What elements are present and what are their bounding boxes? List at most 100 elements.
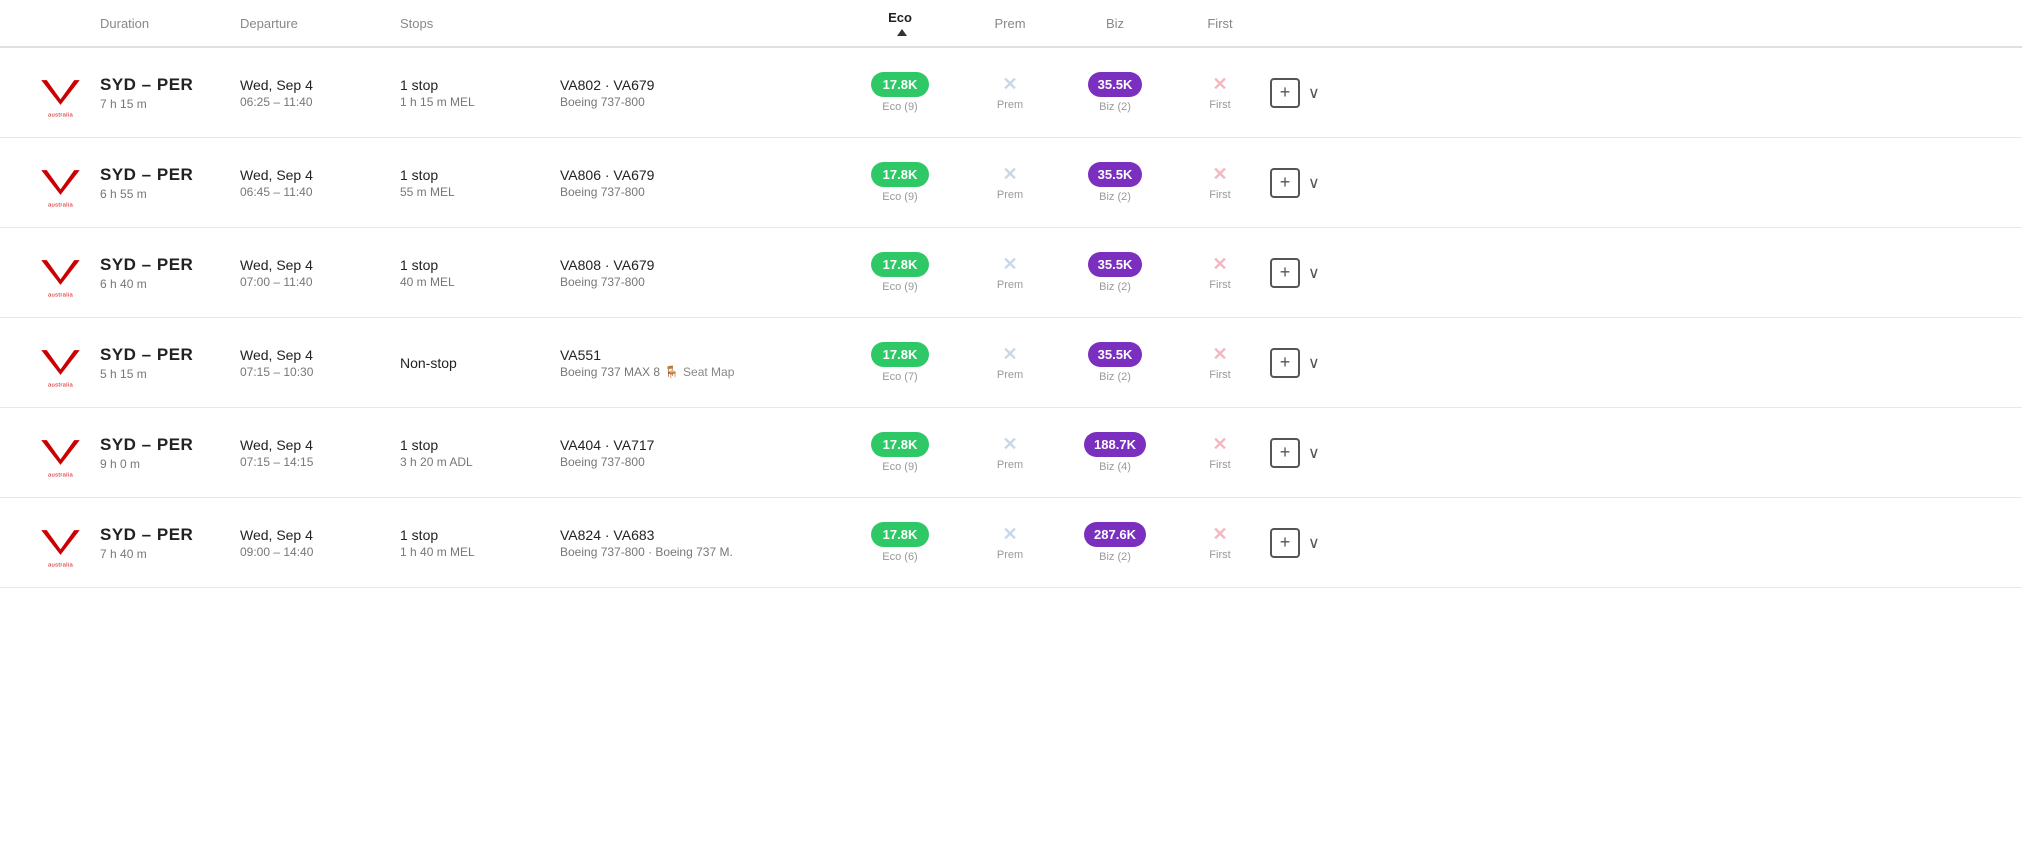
eco-seats: Eco (9) (882, 461, 917, 473)
flights-body: australia SYD – PER 7 h 15 m Wed, Sep 4 … (0, 48, 2022, 588)
duration: 7 h 15 m (100, 97, 240, 111)
prem-label: Prem (997, 459, 1023, 471)
route-code: SYD – PER (100, 525, 240, 545)
add-button[interactable]: + (1270, 78, 1300, 108)
route-info: SYD – PER 6 h 40 m (100, 255, 240, 291)
aircraft-info: Boeing 737-800 (560, 455, 840, 469)
unavailable-icon: ✕ (1212, 164, 1227, 185)
flight-codes: VA404 · VA717 (560, 437, 840, 453)
aircraft-info: Boeing 737-800 (560, 275, 840, 289)
row-actions: + ∨ (1270, 528, 1350, 558)
table-row: australia SYD – PER 6 h 55 m Wed, Sep 4 … (0, 138, 2022, 228)
add-button[interactable]: + (1270, 348, 1300, 378)
expand-button[interactable]: ∨ (1308, 533, 1320, 553)
add-button[interactable]: + (1270, 438, 1300, 468)
first-col: ✕ First (1170, 254, 1270, 291)
biz-seats: Biz (2) (1099, 371, 1131, 383)
biz-price-badge: 287.6K (1084, 522, 1146, 547)
biz-price-badge: 35.5K (1088, 162, 1143, 187)
prem-label: Prem (997, 189, 1023, 201)
add-button[interactable]: + (1270, 168, 1300, 198)
expand-button[interactable]: ∨ (1308, 353, 1320, 373)
duration: 5 h 15 m (100, 367, 240, 381)
biz-col[interactable]: 188.7K Biz (4) (1060, 432, 1170, 473)
stops-count: 1 stop (400, 167, 560, 183)
biz-price-badge: 35.5K (1088, 252, 1143, 277)
prem-col: ✕ Prem (960, 434, 1060, 471)
unavailable-icon: ✕ (1212, 434, 1227, 455)
departure-time: 07:15 – 14:15 (240, 455, 400, 469)
airline-logo: australia (20, 245, 100, 300)
unavailable-icon: ✕ (1002, 164, 1017, 185)
biz-col[interactable]: 287.6K Biz (2) (1060, 522, 1170, 563)
expand-button[interactable]: ∨ (1308, 263, 1320, 283)
biz-price-badge: 188.7K (1084, 432, 1146, 457)
row-actions: + ∨ (1270, 78, 1350, 108)
first-col: ✕ First (1170, 74, 1270, 111)
departure-info: Wed, Sep 4 06:25 – 11:40 (240, 77, 400, 109)
header-biz: Biz (1060, 16, 1170, 31)
seat-icon: 🪑 (664, 365, 679, 379)
first-label: First (1209, 549, 1230, 561)
eco-price-badge: 17.8K (871, 342, 930, 367)
stops-count: 1 stop (400, 437, 560, 453)
first-col: ✕ First (1170, 164, 1270, 201)
route-code: SYD – PER (100, 75, 240, 95)
departure-time: 07:15 – 10:30 (240, 365, 400, 379)
eco-price-col[interactable]: 17.8K Eco (9) (840, 432, 960, 473)
eco-price-badge: 17.8K (871, 522, 930, 547)
biz-col[interactable]: 35.5K Biz (2) (1060, 252, 1170, 293)
first-label: First (1209, 279, 1230, 291)
eco-price-col[interactable]: 17.8K Eco (9) (840, 72, 960, 113)
aircraft-info: Boeing 737 MAX 8 🪑Seat Map (560, 365, 840, 379)
unavailable-icon: ✕ (1002, 74, 1017, 95)
prem-col: ✕ Prem (960, 344, 1060, 381)
biz-col[interactable]: 35.5K Biz (2) (1060, 162, 1170, 203)
stops-info: 1 stop 3 h 20 m ADL (400, 437, 560, 469)
biz-col[interactable]: 35.5K Biz (2) (1060, 342, 1170, 383)
add-button[interactable]: + (1270, 528, 1300, 558)
eco-price-badge: 17.8K (871, 72, 930, 97)
header-first: First (1170, 16, 1270, 31)
biz-price-badge: 35.5K (1088, 72, 1143, 97)
route-code: SYD – PER (100, 165, 240, 185)
table-row: australia SYD – PER 7 h 40 m Wed, Sep 4 … (0, 498, 2022, 588)
header-eco[interactable]: Eco (840, 10, 960, 36)
stops-count: 1 stop (400, 527, 560, 543)
seat-map-link[interactable]: Seat Map (683, 365, 734, 379)
add-button[interactable]: + (1270, 258, 1300, 288)
row-actions: + ∨ (1270, 438, 1350, 468)
unavailable-icon: ✕ (1002, 434, 1017, 455)
expand-button[interactable]: ∨ (1308, 173, 1320, 193)
eco-price-col[interactable]: 17.8K Eco (7) (840, 342, 960, 383)
stops-detail: 1 h 40 m MEL (400, 545, 560, 559)
svg-text:australia: australia (47, 473, 73, 479)
prem-label: Prem (997, 369, 1023, 381)
eco-price-col[interactable]: 17.8K Eco (9) (840, 252, 960, 293)
departure-date: Wed, Sep 4 (240, 257, 400, 273)
table-row: australia SYD – PER 9 h 0 m Wed, Sep 4 0… (0, 408, 2022, 498)
airline-logo: australia (20, 515, 100, 570)
first-label: First (1209, 459, 1230, 471)
aircraft-info: Boeing 737-800 (560, 95, 840, 109)
flight-info: VA551 Boeing 737 MAX 8 🪑Seat Map (560, 347, 840, 379)
eco-price-badge: 17.8K (871, 252, 930, 277)
eco-price-col[interactable]: 17.8K Eco (9) (840, 162, 960, 203)
biz-col[interactable]: 35.5K Biz (2) (1060, 72, 1170, 113)
stops-info: Non-stop (400, 355, 560, 371)
duration: 9 h 0 m (100, 457, 240, 471)
route-info: SYD – PER 9 h 0 m (100, 435, 240, 471)
row-actions: + ∨ (1270, 348, 1350, 378)
table-header: Duration Departure Stops Eco Prem Biz Fi… (0, 0, 2022, 48)
departure-info: Wed, Sep 4 06:45 – 11:40 (240, 167, 400, 199)
stops-info: 1 stop 1 h 15 m MEL (400, 77, 560, 109)
first-label: First (1209, 189, 1230, 201)
eco-price-col[interactable]: 17.8K Eco (6) (840, 522, 960, 563)
expand-button[interactable]: ∨ (1308, 83, 1320, 103)
airline-logo: australia (20, 425, 100, 480)
departure-date: Wed, Sep 4 (240, 347, 400, 363)
eco-price-badge: 17.8K (871, 432, 930, 457)
duration: 6 h 55 m (100, 187, 240, 201)
expand-button[interactable]: ∨ (1308, 443, 1320, 463)
route-info: SYD – PER 7 h 15 m (100, 75, 240, 111)
